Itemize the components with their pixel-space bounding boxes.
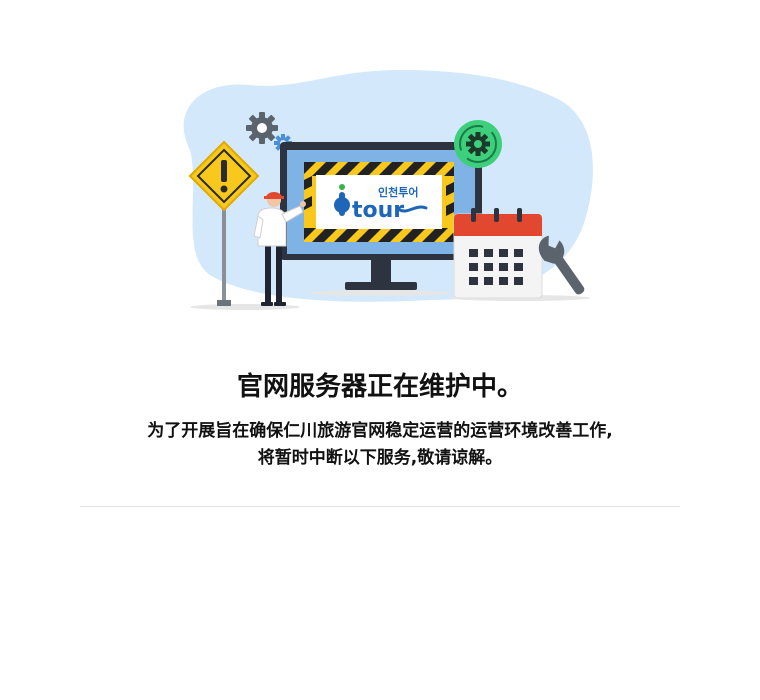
description-line: 为了开展旨在确保仁川旅游官网稳定运营的运营环境改善工作, (147, 421, 613, 441)
ground-shadow (310, 290, 450, 296)
refresh-gear-icon (454, 120, 502, 168)
description-line: 将暂时中断以下服务,敬请谅解。 (257, 448, 503, 468)
logo-text-latin: tour (352, 198, 404, 223)
divider (80, 506, 680, 507)
gear-icon (246, 112, 278, 144)
maintenance-page: tour 인천투어 官网服务器正在维护中。 为了开展旨在确保仁川旅游官网稳定运营… (0, 0, 760, 700)
maintenance-illustration: tour 인천투어 (183, 70, 593, 310)
calendar-icon (453, 208, 543, 299)
logo-text-korean: 인천투어 (378, 185, 418, 199)
maintenance-description: 为了开展旨在确保仁川旅游官网稳定运营的运营环境改善工作, 将暂时中断以下服务,敬… (0, 418, 760, 472)
page-title: 官网服务器正在维护中。 (236, 372, 523, 402)
